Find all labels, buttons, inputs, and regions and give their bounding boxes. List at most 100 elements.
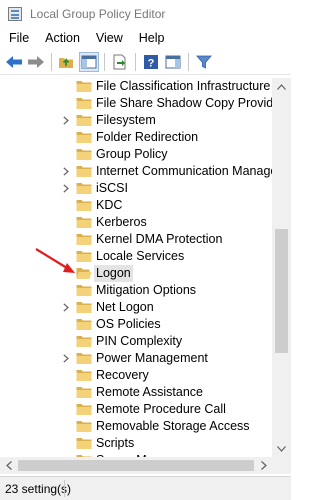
title-bar: Local Group Policy Editor <box>0 0 291 28</box>
horizontal-scroll-thumb[interactable] <box>18 460 254 471</box>
expand-chevron-icon[interactable] <box>60 302 71 313</box>
tree-node-label: Filesystem <box>96 113 156 127</box>
tree-node[interactable]: Filesystem <box>0 112 272 129</box>
toolbar-separator <box>51 52 52 71</box>
folder-icon <box>76 79 92 93</box>
export-list-button[interactable] <box>110 52 130 72</box>
tree-node[interactable]: Remote Assistance <box>0 384 272 401</box>
tree-node-label: Kerberos <box>96 215 147 229</box>
svg-text:?: ? <box>148 57 155 69</box>
tree-node-label: Locale Services <box>96 249 185 263</box>
tree-node-label: Removable Storage Access <box>96 419 250 433</box>
tree-node[interactable]: Remote Procedure Call <box>0 401 272 418</box>
tree-node[interactable]: PIN Complexity <box>0 333 272 350</box>
menu-help[interactable]: Help <box>131 28 173 48</box>
back-arrow-icon <box>6 55 22 68</box>
tree-node-label: Scripts <box>96 436 135 450</box>
tree-node[interactable]: iSCSI <box>0 180 272 197</box>
expand-chevron-icon[interactable] <box>60 353 71 364</box>
tree-node[interactable]: Kerberos <box>0 214 272 231</box>
show-hide-action-pane-button[interactable] <box>163 52 183 72</box>
up-one-level-button[interactable] <box>57 52 77 72</box>
scroll-left-arrow[interactable] <box>0 457 17 474</box>
tree-node-label: Folder Redirection <box>96 130 199 144</box>
tree-node-label: PIN Complexity <box>96 334 183 348</box>
scrollbar-corner <box>272 457 291 474</box>
folder-icon <box>76 96 92 110</box>
vertical-scrollbar[interactable] <box>272 78 291 457</box>
tree-node-label: Group Policy <box>96 147 168 161</box>
scroll-up-arrow[interactable] <box>272 78 291 95</box>
folder-icon <box>76 215 92 229</box>
tree-node[interactable]: File Share Shadow Copy Provider <box>0 95 272 112</box>
horizontal-scrollbar[interactable] <box>0 457 272 474</box>
folder-icon <box>76 147 92 161</box>
toolbar-separator <box>188 52 189 71</box>
help-icon: ? <box>144 54 158 69</box>
expand-chevron-icon[interactable] <box>60 166 71 177</box>
tree-node-label: Remote Assistance <box>96 385 203 399</box>
folder-icon <box>76 351 92 365</box>
filter-icon <box>196 55 212 69</box>
tree-node-label: Internet Communication Managen <box>96 164 272 178</box>
tree-node[interactable]: Logon <box>0 265 272 282</box>
folder-icon <box>76 419 92 433</box>
folder-icon <box>76 130 92 144</box>
expand-chevron-icon[interactable] <box>60 183 71 194</box>
tree-node-label: Mitigation Options <box>96 283 197 297</box>
tree-node-label: Recovery <box>96 368 149 382</box>
up-folder-icon <box>59 57 73 68</box>
folder-icon <box>76 181 92 195</box>
scroll-down-arrow[interactable] <box>272 440 291 457</box>
tree-node[interactable]: Mitigation Options <box>0 282 272 299</box>
back-button[interactable] <box>4 52 24 72</box>
folder-icon <box>76 436 92 450</box>
tree-node[interactable]: Kernel DMA Protection <box>0 231 272 248</box>
tree-node-label: Net Logon <box>96 300 154 314</box>
console-tree[interactable]: File Classification Infrastructure File S… <box>0 78 272 457</box>
expand-chevron-icon[interactable] <box>60 115 71 126</box>
tree-node[interactable]: Power Management <box>0 350 272 367</box>
folder-icon <box>76 317 92 331</box>
status-text: 23 setting(s) <box>5 482 72 496</box>
folder-icon <box>76 334 92 348</box>
tree-node[interactable]: Recovery <box>0 367 272 384</box>
menu-file[interactable]: File <box>0 28 37 48</box>
tree-node-label: Kernel DMA Protection <box>96 232 223 246</box>
tree-node[interactable]: Scripts <box>0 435 272 452</box>
tree-node[interactable]: Removable Storage Access <box>0 418 272 435</box>
folder-icon <box>76 249 92 263</box>
tree-node-label: KDC <box>96 198 123 212</box>
folder-icon <box>76 164 92 178</box>
tree-node[interactable]: Group Policy <box>0 146 272 163</box>
folder-icon <box>76 113 92 127</box>
folder-icon <box>76 368 92 382</box>
tree-node[interactable]: Folder Redirection <box>0 129 272 146</box>
menu-action[interactable]: Action <box>37 28 88 48</box>
toolbar-separator <box>104 52 105 71</box>
help-button[interactable]: ? <box>141 52 161 72</box>
tree-node[interactable]: Locale Services <box>0 248 272 265</box>
show-hide-console-tree-button[interactable] <box>79 51 99 72</box>
toolbar-separator <box>135 52 136 71</box>
menu-view[interactable]: View <box>88 28 131 48</box>
scroll-right-arrow[interactable] <box>255 457 272 474</box>
status-divider <box>64 480 65 497</box>
forward-button[interactable] <box>26 52 46 72</box>
properties-pane-icon <box>165 55 181 68</box>
tree-node-label: OS Policies <box>96 317 161 331</box>
tree-node[interactable]: File Classification Infrastructure <box>0 78 272 95</box>
filter-button[interactable] <box>194 52 214 72</box>
status-bar: 23 setting(s) <box>0 476 291 500</box>
tree-node[interactable]: Internet Communication Managen <box>0 163 272 180</box>
folder-icon <box>76 402 92 416</box>
vertical-scroll-thumb[interactable] <box>275 229 288 353</box>
tree-node[interactable]: KDC <box>0 197 272 214</box>
show-hide-tree-icon <box>81 55 97 68</box>
menu-bar: File Action View Help <box>0 28 291 48</box>
tree-node-label: Logon <box>94 265 133 282</box>
export-list-icon <box>113 54 126 69</box>
tree-node[interactable]: Net Logon <box>0 299 272 316</box>
open-folder-icon <box>76 266 92 280</box>
tree-node[interactable]: OS Policies <box>0 316 272 333</box>
